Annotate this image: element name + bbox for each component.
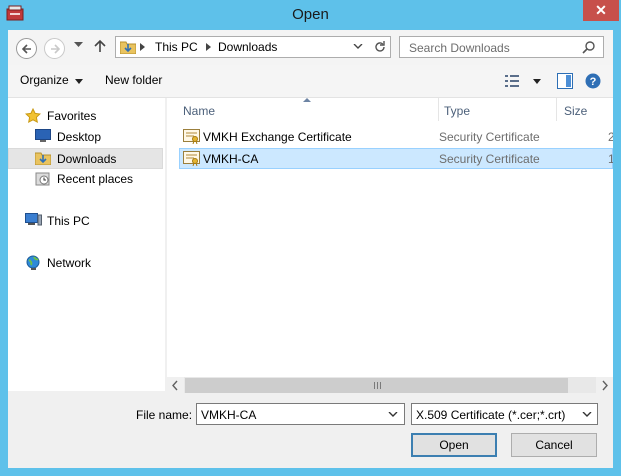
certificate-icon: [183, 151, 200, 166]
file-size-cell: 2: [608, 130, 613, 144]
nav-item-label: Recent places: [57, 172, 134, 186]
command-bar: Organize New folder ?: [8, 65, 613, 98]
nav-item-desktop[interactable]: Desktop: [8, 127, 165, 148]
column-header-type[interactable]: Type: [439, 98, 556, 121]
file-list: Name Type Size VMKH Exchange Certificate…: [167, 98, 613, 391]
back-arrow-icon: [21, 44, 31, 54]
network-icon: [26, 255, 40, 270]
nav-item-label: This PC: [47, 214, 90, 228]
file-size-cell: 1: [608, 152, 613, 166]
navigation-pane: Favorites Desktop Downloads Recent place…: [8, 98, 165, 391]
column-header-size[interactable]: Size: [557, 98, 613, 121]
column-label: Size: [564, 104, 588, 118]
nav-item-this-pc[interactable]: This PC: [8, 211, 165, 232]
file-name-area: File name: VMKH-CA X.509 Certificate (*.…: [8, 393, 613, 468]
search-placeholder: Search Downloads: [409, 41, 510, 55]
help-icon[interactable]: ?: [585, 73, 601, 89]
file-type-cell: Security Certificate: [439, 130, 540, 144]
breadcrumb-separator-icon[interactable]: [206, 43, 211, 51]
chevron-down-icon[interactable]: [388, 412, 398, 418]
breadcrumb-separator-icon[interactable]: [140, 43, 145, 51]
new-folder-button[interactable]: New folder: [105, 73, 162, 87]
nav-item-label: Desktop: [57, 130, 102, 144]
file-name-field[interactable]: VMKH-CA: [196, 403, 405, 425]
breadcrumb-downloads[interactable]: Downloads: [218, 40, 277, 54]
column-header-name[interactable]: Name: [167, 98, 438, 121]
breadcrumb-this-pc[interactable]: This PC: [155, 40, 198, 54]
file-type-cell: Security Certificate: [439, 152, 540, 166]
back-button[interactable]: [16, 38, 37, 59]
dialog-body: This PC Downloads Search Downloads Organ…: [8, 30, 613, 468]
change-view-icon[interactable]: [505, 74, 545, 88]
scroll-thumb[interactable]: [185, 378, 568, 393]
recent-locations-dropdown-icon[interactable]: [74, 42, 83, 48]
open-button[interactable]: Open: [411, 433, 497, 457]
svg-text:?: ?: [590, 76, 597, 88]
open-dialog-window: Open ✕ This PC Downloads Search Download…: [0, 0, 621, 476]
chevron-left-icon: [172, 380, 178, 391]
desktop-icon: [35, 129, 51, 142]
star-icon: [25, 108, 41, 124]
close-button[interactable]: ✕: [583, 0, 619, 21]
address-bar[interactable]: This PC Downloads: [115, 36, 391, 58]
chevron-down-icon[interactable]: [582, 412, 592, 418]
nav-item-network[interactable]: Network: [8, 253, 165, 274]
nav-item-label: Favorites: [47, 109, 97, 123]
file-name-label: File name:: [136, 408, 193, 422]
organize-caret-icon[interactable]: [75, 79, 83, 84]
file-row-selected[interactable]: VMKH-CA Security Certificate 1: [179, 148, 613, 169]
search-icon[interactable]: [582, 40, 596, 54]
nav-item-recent-places[interactable]: Recent places: [8, 169, 165, 190]
file-name-cell: VMKH-CA: [203, 152, 259, 166]
forward-button[interactable]: [44, 38, 65, 59]
nav-item-label: Downloads: [57, 152, 117, 166]
preview-pane-icon[interactable]: [557, 73, 573, 89]
address-dropdown-icon[interactable]: [353, 44, 363, 50]
file-type-select[interactable]: X.509 Certificate (*.cer;*.crt): [411, 403, 598, 425]
file-type-value: X.509 Certificate (*.cer;*.crt): [416, 408, 566, 422]
cancel-button[interactable]: Cancel: [511, 433, 597, 457]
downloads-folder-icon: [120, 41, 136, 54]
file-row[interactable]: VMKH Exchange Certificate Security Certi…: [180, 127, 613, 148]
file-name-value[interactable]: VMKH-CA: [201, 408, 256, 422]
scroll-left-button[interactable]: [167, 377, 184, 394]
chevron-right-icon: [602, 380, 608, 391]
horizontal-scrollbar[interactable]: [167, 376, 613, 394]
recent-places-icon: [35, 172, 50, 186]
nav-item-downloads[interactable]: Downloads: [8, 148, 163, 169]
refresh-icon[interactable]: [373, 40, 387, 54]
title-bar[interactable]: Open ✕: [0, 0, 621, 30]
column-label: Name: [183, 104, 216, 118]
scroll-right-button[interactable]: [596, 377, 613, 394]
forward-arrow-icon: [51, 44, 61, 54]
search-input[interactable]: Search Downloads: [399, 36, 604, 58]
file-name-cell: VMKH Exchange Certificate: [203, 130, 352, 144]
computer-icon: [25, 213, 42, 226]
scroll-grip-icon: [374, 382, 381, 389]
nav-item-label: Network: [47, 256, 92, 270]
downloads-folder-icon: [35, 152, 51, 165]
window-title: Open: [292, 6, 329, 23]
certificate-icon: [183, 129, 200, 144]
navigation-bar: This PC Downloads Search Downloads: [8, 30, 613, 65]
up-arrow-icon[interactable]: [94, 39, 106, 53]
column-label: Type: [444, 104, 471, 118]
organize-menu[interactable]: Organize: [20, 73, 69, 87]
nav-item-favorites[interactable]: Favorites: [8, 106, 165, 127]
